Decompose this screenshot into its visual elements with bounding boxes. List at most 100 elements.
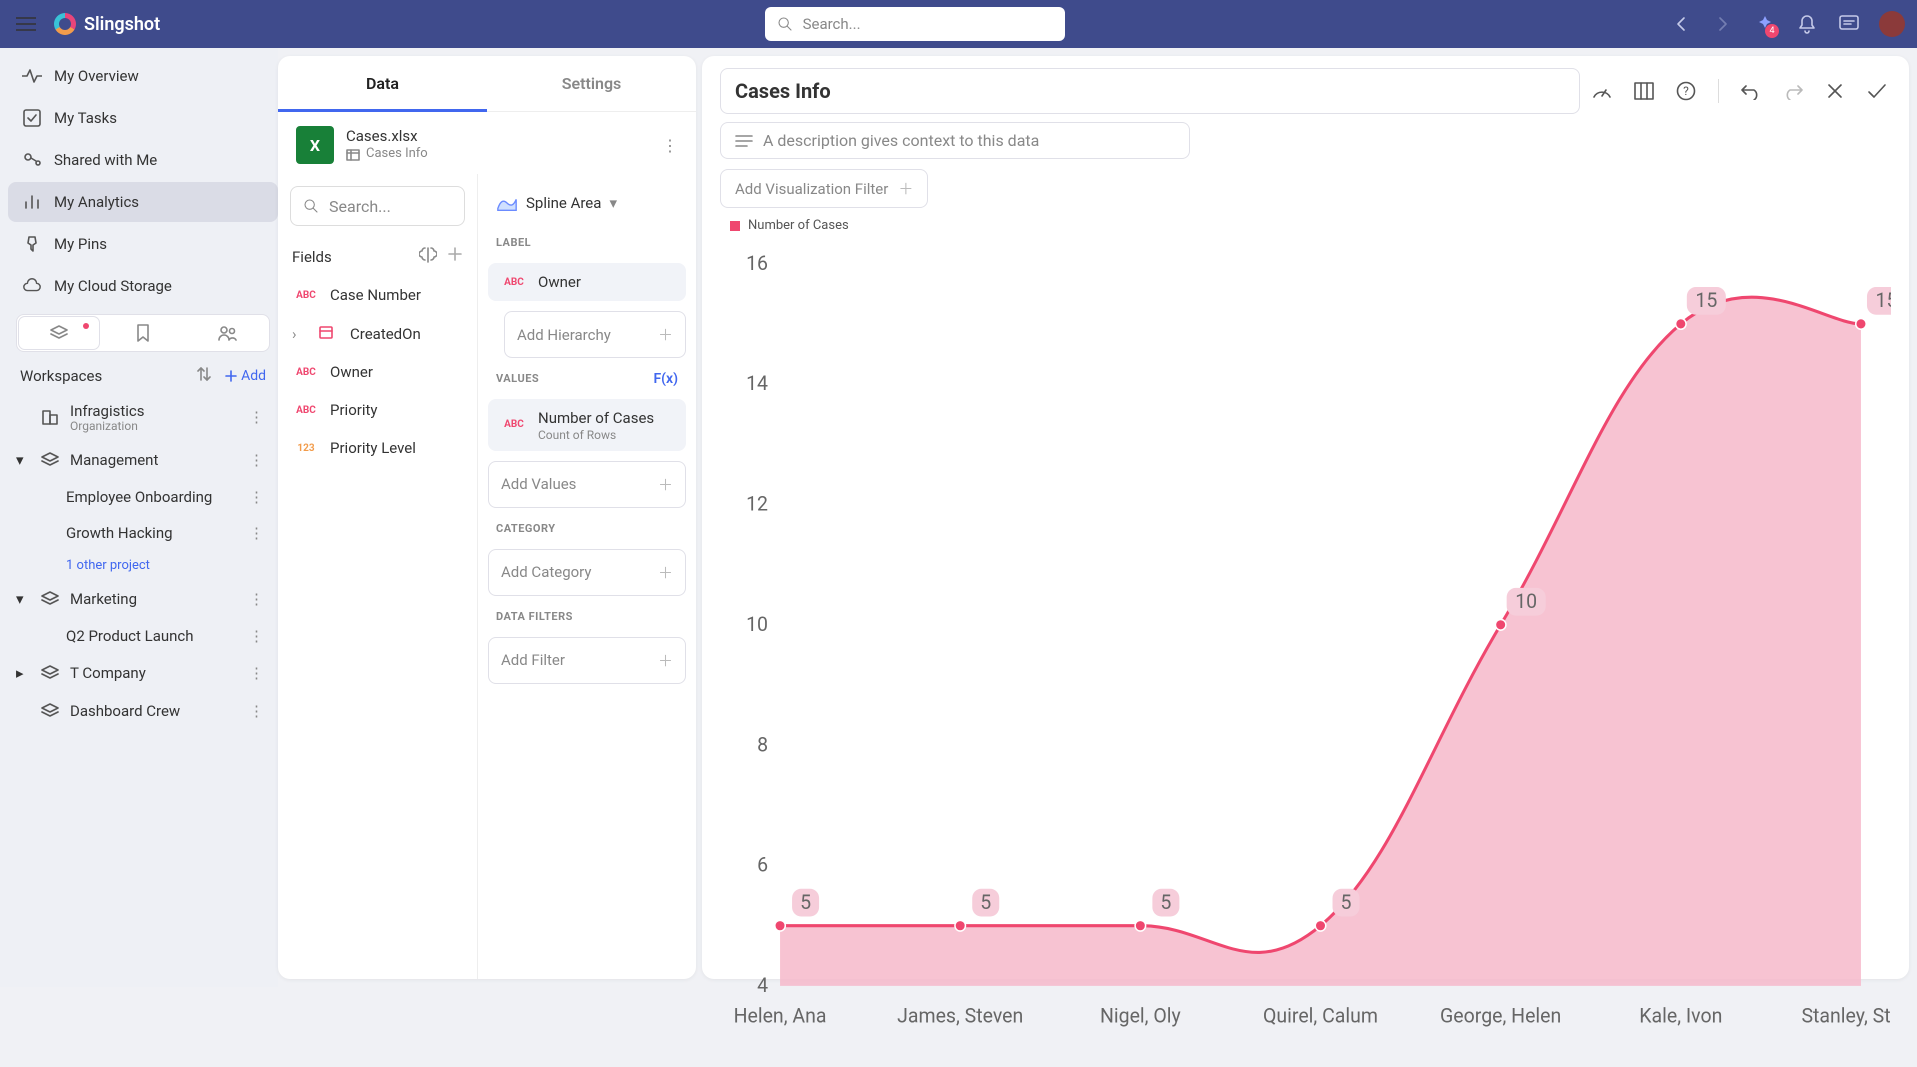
- svg-text:8: 8: [757, 733, 768, 756]
- svg-text:Nigel, Oly: Nigel, Oly: [1100, 1005, 1181, 1028]
- sidebar-item-label: My Tasks: [54, 109, 117, 127]
- more-icon[interactable]: ⋮: [243, 408, 270, 426]
- workspace-tcompany[interactable]: ▸ T Company ⋮: [8, 655, 278, 691]
- label-chip-owner[interactable]: ABCOwner: [488, 263, 686, 301]
- project-q2-launch[interactable]: Q2 Product Launch⋮: [8, 619, 278, 653]
- more-icon[interactable]: ⋮: [243, 451, 270, 469]
- help-icon[interactable]: ?: [1672, 77, 1700, 105]
- fx-button[interactable]: F(x): [653, 371, 678, 387]
- add-values-drop[interactable]: Add Values＋: [488, 461, 686, 508]
- lines-icon: [735, 134, 753, 148]
- more-icon[interactable]: ⋮: [243, 664, 270, 682]
- datasource-file: Cases.xlsx: [346, 127, 428, 147]
- chart-legend: Number of Cases: [720, 218, 1891, 233]
- sort-icon[interactable]: [197, 366, 211, 386]
- table-icon[interactable]: [1630, 77, 1658, 105]
- sidebar: My Overview My Tasks Shared with Me My A…: [0, 48, 278, 987]
- user-avatar[interactable]: [1879, 11, 1905, 37]
- datasource-more-icon[interactable]: ⋮: [662, 136, 678, 155]
- more-projects-link[interactable]: 1 other project: [8, 552, 278, 579]
- field-priority[interactable]: ABCPriority: [278, 391, 477, 429]
- chart-icon: [22, 192, 42, 212]
- sidebar-item-label: My Overview: [54, 67, 139, 85]
- workspace-management[interactable]: ▾ Management ⋮: [8, 442, 278, 478]
- sidebar-item-tasks[interactable]: My Tasks: [8, 98, 278, 138]
- hamburger-menu-icon[interactable]: [12, 10, 40, 38]
- more-icon[interactable]: ⋮: [235, 627, 278, 645]
- ws-tab-bookmark[interactable]: [103, 317, 183, 349]
- project-growth-hacking[interactable]: Growth Hacking⋮: [8, 516, 278, 550]
- brand-name: Slingshot: [84, 14, 160, 35]
- workspaces-header: Workspaces Add: [8, 360, 278, 392]
- sidebar-item-overview[interactable]: My Overview: [8, 56, 278, 96]
- add-viz-filter-button[interactable]: Add Visualization Filter ＋: [720, 169, 928, 208]
- add-field-icon[interactable]: [447, 246, 463, 268]
- sidebar-item-pins[interactable]: My Pins: [8, 224, 278, 264]
- sidebar-item-label: Shared with Me: [54, 151, 157, 169]
- global-search-input[interactable]: Search...: [765, 7, 1065, 41]
- chevron-down-icon[interactable]: ▾: [16, 590, 30, 608]
- redo-icon[interactable]: [1779, 77, 1807, 105]
- nav-forward-icon[interactable]: [1711, 12, 1735, 36]
- chevron-down-icon[interactable]: ▾: [16, 451, 30, 469]
- tab-settings[interactable]: Settings: [487, 56, 696, 111]
- section-filters: DATA FILTERS: [488, 606, 686, 627]
- brand-mark-icon: [54, 13, 76, 35]
- sidebar-item-shared[interactable]: Shared with Me: [8, 140, 278, 180]
- more-icon[interactable]: ⋮: [243, 702, 270, 720]
- more-icon[interactable]: ⋮: [235, 488, 278, 506]
- ai-sparkle-icon[interactable]: 4: [1753, 12, 1777, 36]
- sidebar-item-cloud[interactable]: My Cloud Storage: [8, 266, 278, 306]
- field-created-on[interactable]: ›CreatedOn: [278, 314, 477, 353]
- chat-icon[interactable]: [1837, 12, 1861, 36]
- chart-title-input[interactable]: Cases Info: [720, 68, 1580, 114]
- activity-icon: [22, 66, 42, 86]
- field-case-number[interactable]: ABCCase Number: [278, 276, 477, 314]
- chevron-right-icon[interactable]: ›: [292, 325, 302, 343]
- fields-search-input[interactable]: Search...: [290, 186, 465, 226]
- ws-tab-people[interactable]: [187, 317, 267, 349]
- confirm-icon[interactable]: [1863, 77, 1891, 105]
- add-workspace-button[interactable]: Add: [225, 368, 266, 384]
- undo-icon[interactable]: [1737, 77, 1765, 105]
- close-icon[interactable]: [1821, 77, 1849, 105]
- sidebar-item-analytics[interactable]: My Analytics: [8, 182, 278, 222]
- more-icon[interactable]: ⋮: [243, 590, 270, 608]
- svg-text:15: 15: [1695, 289, 1717, 312]
- nav-back-icon[interactable]: [1669, 12, 1693, 36]
- datasource-sheet: Cases Info: [366, 146, 428, 163]
- field-priority-level[interactable]: 123Priority Level: [278, 429, 477, 467]
- field-owner[interactable]: ABCOwner: [278, 353, 477, 391]
- calendar-icon: [312, 324, 340, 343]
- workspace-infragistics[interactable]: InfragisticsOrganization ⋮: [8, 394, 278, 440]
- add-hierarchy-drop[interactable]: Add Hierarchy＋: [504, 311, 686, 358]
- excel-icon: X: [296, 126, 334, 164]
- spline-area-icon: [496, 192, 518, 214]
- svg-text:5: 5: [980, 891, 991, 914]
- datasource-row[interactable]: X Cases.xlsx Cases Info ⋮: [278, 112, 696, 174]
- sidebar-item-label: My Cloud Storage: [54, 277, 172, 295]
- tab-data[interactable]: Data: [278, 56, 487, 111]
- viz-type-selector[interactable]: Spline Area ▾: [488, 184, 686, 222]
- chevron-right-icon[interactable]: ▸: [16, 664, 30, 682]
- ws-tab-layers[interactable]: [19, 317, 99, 349]
- brain-icon[interactable]: [419, 246, 437, 268]
- svg-text:5: 5: [1341, 891, 1352, 914]
- plus-icon: ＋: [658, 650, 673, 671]
- bell-icon[interactable]: [1795, 12, 1819, 36]
- plus-icon: ＋: [898, 178, 913, 199]
- value-chip-number-of-cases[interactable]: ABC Number of CasesCount of Rows: [488, 399, 686, 451]
- more-icon[interactable]: ⋮: [235, 524, 278, 542]
- workspace-dashboard-crew[interactable]: Dashboard Crew ⋮: [8, 693, 278, 729]
- add-filter-drop[interactable]: Add Filter＋: [488, 637, 686, 684]
- brand-logo[interactable]: Slingshot: [54, 13, 160, 35]
- gauge-icon[interactable]: [1588, 77, 1616, 105]
- chart-description-input[interactable]: A description gives context to this data: [720, 122, 1190, 159]
- search-placeholder: Search...: [803, 15, 861, 33]
- add-category-drop[interactable]: Add Category＋: [488, 549, 686, 596]
- workspace-marketing[interactable]: ▾ Marketing ⋮: [8, 581, 278, 617]
- svg-text:Helen, Ana: Helen, Ana: [734, 1005, 827, 1028]
- svg-text:6: 6: [757, 853, 768, 876]
- project-employee-onboarding[interactable]: Employee Onboarding⋮: [8, 480, 278, 514]
- svg-text:12: 12: [746, 492, 768, 515]
